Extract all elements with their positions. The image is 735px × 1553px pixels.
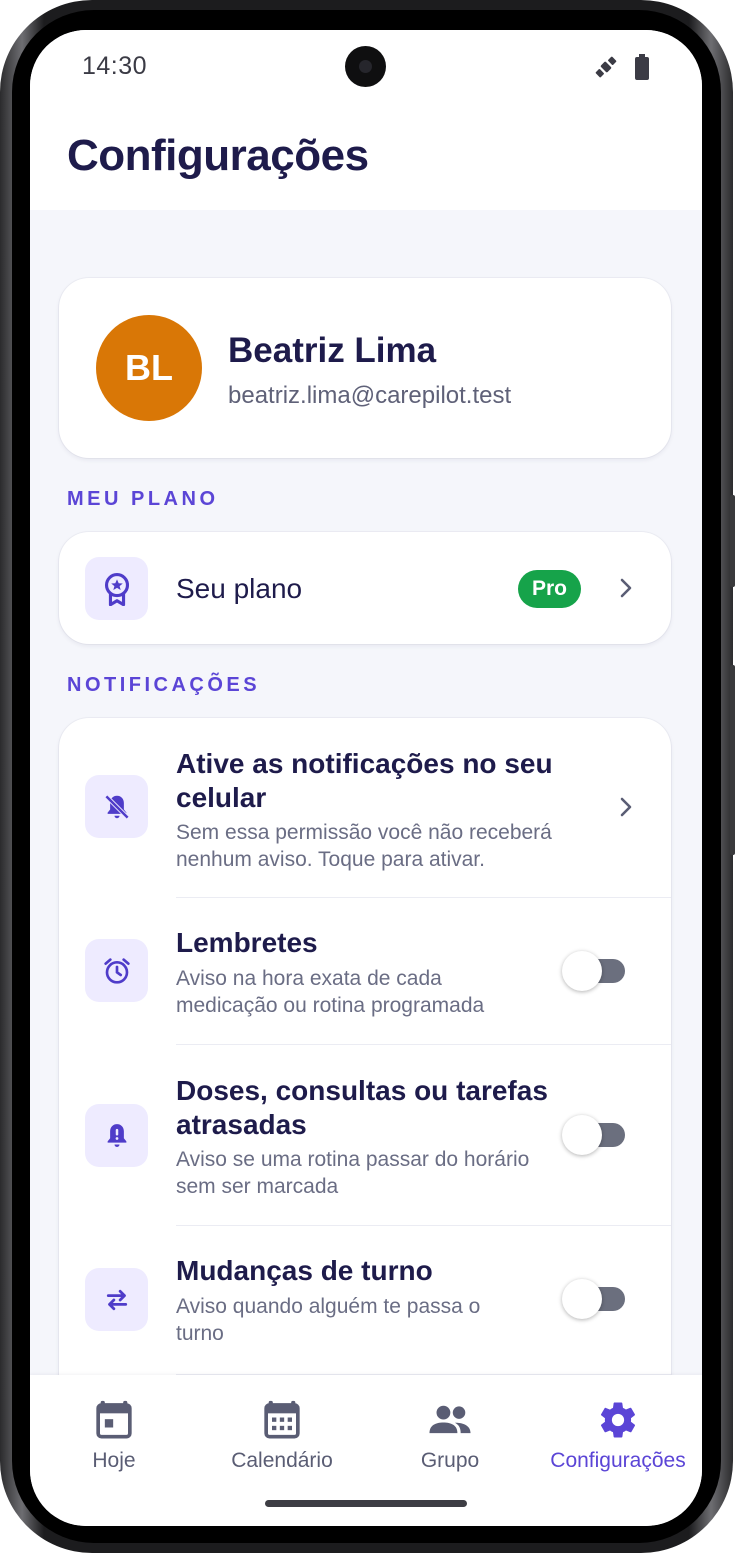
- plan-row[interactable]: Seu plano Pro: [59, 532, 671, 644]
- volume-button: [730, 495, 735, 587]
- gear-icon: [600, 1402, 636, 1438]
- nav-item-group[interactable]: Grupo: [366, 1399, 534, 1473]
- swap-arrows-icon: [85, 1268, 148, 1331]
- reminders-subtitle: Aviso na hora exata de cada medicação ou…: [176, 967, 485, 1017]
- toggle-thumb: [562, 1115, 602, 1155]
- toggle-thumb: [562, 1279, 602, 1319]
- shift-change-subtitle: Aviso quando alguém te passa o turno: [176, 1295, 481, 1345]
- award-icon: [85, 557, 148, 620]
- overdue-row: Doses, consultas ou tarefas atrasadas Av…: [59, 1045, 671, 1226]
- phone-frame: 14:30 Configurações BL Beatriz Lima beat…: [0, 0, 735, 1553]
- overdue-title: Doses, consultas ou tarefas atrasadas: [176, 1075, 548, 1140]
- alarm-clock-icon: [85, 939, 148, 1002]
- section-label-notifications: NOTIFICAÇÕES: [67, 674, 261, 696]
- calendar-month-icon: [264, 1400, 300, 1439]
- nav-label-settings: Configurações: [550, 1449, 686, 1472]
- satellite-icon: [595, 56, 617, 78]
- chevron-right-icon: [620, 578, 632, 598]
- notification-permission-row[interactable]: Ative as notificações no seu celular Sem…: [59, 718, 671, 898]
- nav-label-calendar: Calendário: [231, 1449, 333, 1472]
- shift-change-title: Mudanças de turno: [176, 1255, 433, 1286]
- bell-alert-icon: [85, 1104, 148, 1167]
- reminders-title: Lembretes: [176, 927, 318, 958]
- status-time: 14:30: [82, 52, 148, 80]
- overdue-subtitle: Aviso se uma rotina passar do horário se…: [176, 1148, 530, 1198]
- nav-item-settings[interactable]: Configurações: [534, 1399, 702, 1473]
- power-button: [730, 665, 735, 855]
- notification-permission-title: Ative as notificações no seu celular: [176, 748, 553, 813]
- shift-change-row: Mudanças de turno Aviso quando alguém te…: [59, 1226, 671, 1376]
- calendar-today-icon: [96, 1400, 132, 1439]
- nav-label-today: Hoje: [92, 1449, 136, 1472]
- battery-icon: [635, 54, 649, 80]
- plan-badge: Pro: [518, 570, 581, 608]
- front-camera: [345, 46, 386, 87]
- home-indicator[interactable]: [265, 1500, 467, 1507]
- reminders-toggle[interactable]: [562, 951, 625, 991]
- avatar: BL: [96, 315, 202, 421]
- page-header: Configurações: [30, 106, 702, 210]
- profile-email: beatriz.lima@carepilot.test: [228, 382, 512, 409]
- status-bar: 14:30: [30, 30, 702, 106]
- profile-card[interactable]: BL Beatriz Lima beatriz.lima@carepilot.t…: [59, 278, 671, 458]
- status-icons: [592, 53, 650, 81]
- plan-row-title: Seu plano: [176, 573, 303, 604]
- toggle-thumb: [562, 951, 602, 991]
- notifications-card: Ative as notificações no seu celular Sem…: [59, 718, 671, 1418]
- page-title: Configurações: [67, 131, 369, 180]
- profile-name: Beatriz Lima: [228, 331, 437, 370]
- nav-item-today[interactable]: Hoje: [30, 1399, 198, 1473]
- screen: 14:30 Configurações BL Beatriz Lima beat…: [30, 30, 702, 1526]
- bell-off-icon: [85, 775, 148, 838]
- shift-change-toggle[interactable]: [562, 1279, 625, 1319]
- nav-label-group: Grupo: [420, 1449, 480, 1472]
- section-label-plan: MEU PLANO: [67, 488, 219, 510]
- notification-permission-subtitle: Sem essa permissão você não receberá nen…: [176, 821, 552, 871]
- group-icon: [429, 1405, 471, 1434]
- overdue-toggle[interactable]: [562, 1115, 625, 1155]
- chevron-right-icon: [620, 797, 632, 817]
- reminders-row: Lembretes Aviso na hora exata de cada me…: [59, 898, 671, 1044]
- nav-item-calendar[interactable]: Calendário: [198, 1399, 366, 1473]
